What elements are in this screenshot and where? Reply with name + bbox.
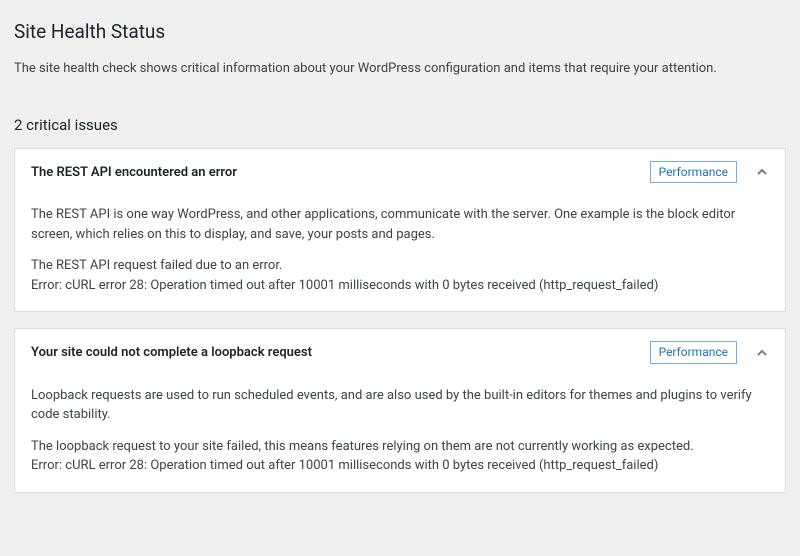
issue-error-line: Error: cURL error 28: Operation timed ou… — [31, 458, 658, 473]
issue-title: The REST API encountered an error — [31, 165, 237, 180]
issue-card-rest-api: The REST API encountered an error Perfor… — [14, 148, 786, 312]
issues-heading: 2 critical issues — [14, 116, 786, 134]
issue-header[interactable]: The REST API encountered an error Perfor… — [15, 149, 785, 195]
issue-error-line: The loopback request to your site failed… — [31, 439, 694, 454]
issue-description: The REST API is one way WordPress, and o… — [31, 205, 769, 244]
issue-header-right: Performance — [650, 341, 769, 363]
issue-card-loopback: Your site could not complete a loopback … — [14, 328, 786, 492]
issue-description: Loopback requests are used to run schedu… — [31, 386, 769, 425]
issue-header[interactable]: Your site could not complete a loopback … — [15, 329, 785, 375]
performance-badge: Performance — [650, 161, 737, 183]
issue-title: Your site could not complete a loopback … — [31, 345, 312, 360]
issue-error: The REST API request failed due to an er… — [31, 256, 769, 295]
performance-badge: Performance — [650, 341, 737, 363]
issue-header-right: Performance — [650, 161, 769, 183]
issue-error: The loopback request to your site failed… — [31, 437, 769, 476]
issue-error-line: The REST API request failed due to an er… — [31, 258, 282, 273]
issue-body: Loopback requests are used to run schedu… — [15, 376, 785, 492]
intro-text: The site health check shows critical inf… — [14, 61, 786, 76]
page-title: Site Health Status — [14, 20, 786, 43]
chevron-up-icon[interactable] — [755, 165, 769, 179]
issue-body: The REST API is one way WordPress, and o… — [15, 195, 785, 311]
issue-error-line: Error: cURL error 28: Operation timed ou… — [31, 278, 658, 293]
chevron-up-icon[interactable] — [755, 346, 769, 360]
